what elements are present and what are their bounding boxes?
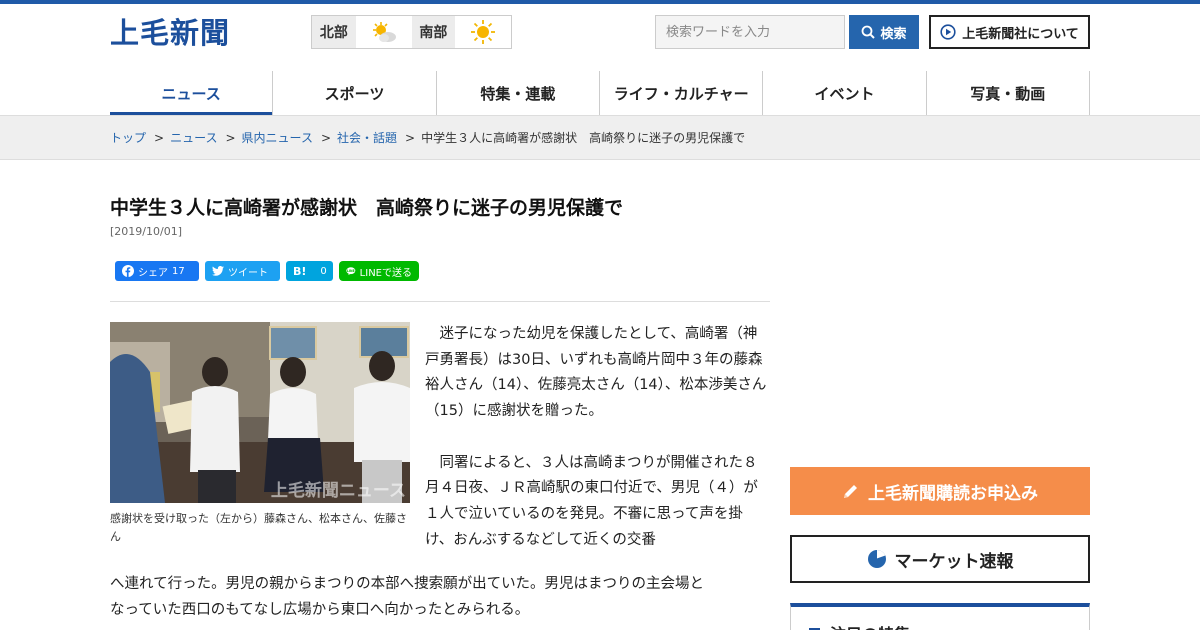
market-report-button[interactable]: マーケット速報 <box>790 535 1090 583</box>
subscribe-button[interactable]: 上毛新聞購読お申込み <box>790 467 1090 515</box>
nav-item-features[interactable]: 特集・連載 <box>437 71 600 115</box>
partly-sunny-icon <box>356 16 412 48</box>
article-title: 中学生３人に高崎署が感謝状 高崎祭りに迷子の男児保護で <box>110 197 624 219</box>
about-company-label: 上毛新聞社について <box>962 26 1079 42</box>
pencil-icon <box>844 485 857 498</box>
article-body-upper: 迷子になった幼児を保護したとして、高崎署（神戸勇署長）は30日、いずれも高崎片岡… <box>425 322 770 553</box>
sunny-icon <box>455 16 511 48</box>
subscribe-label: 上毛新聞購読お申込み <box>868 483 1038 504</box>
nav-item-events[interactable]: イベント <box>763 71 927 115</box>
weather-widget: 北部 南部 <box>311 15 512 49</box>
line-share-button[interactable]: LINE LINEで送る <box>339 261 419 281</box>
article-paragraph: 同署によると、３人は高崎まつりが開催された８月４日夜、ＪＲ高崎駅の東口付近で、男… <box>425 454 758 548</box>
breadcrumb-separator: > <box>225 130 236 145</box>
facebook-share-button[interactable]: シェア 17 <box>115 261 199 281</box>
article-divider <box>110 301 770 302</box>
hatena-bookmark-button[interactable]: B! 0 <box>286 261 333 281</box>
play-circle-icon <box>940 24 956 40</box>
facebook-icon <box>122 265 134 277</box>
weather-region-south: 南部 <box>411 16 456 48</box>
breadcrumb: トップ > ニュース > 県内ニュース > 社会・話題 > 中学生３人に高崎署が… <box>110 116 745 159</box>
about-company-button[interactable]: 上毛新聞社について <box>929 15 1090 49</box>
article-date: [2019/10/01] <box>110 225 182 238</box>
share-buttons: シェア 17 ツイート B! 0 LINE LINEで送る <box>115 261 419 281</box>
nav-item-sports[interactable]: スポーツ <box>273 71 437 115</box>
featured-section: 注目の特集 <box>790 603 1090 630</box>
article-paragraph: 迷子になった幼児を保護したとして、高崎署（神戸勇署長）は30日、いずれも高崎片岡… <box>425 326 767 420</box>
article-text-line: なっていた西口のもてなし広場から東口へ向かったとみられる。 <box>110 601 530 618</box>
hatena-bookmark-count: 0 <box>320 265 327 277</box>
top-accent-bar <box>0 0 1200 4</box>
twitter-bird-icon <box>212 266 224 276</box>
twitter-tweet-button[interactable]: ツイート <box>205 261 280 281</box>
market-report-label: マーケット速報 <box>894 551 1014 572</box>
weather-region-north: 北部 <box>312 16 356 48</box>
svg-text:LINE: LINE <box>347 269 355 273</box>
line-icon: LINE <box>346 267 356 276</box>
search-icon <box>862 25 876 39</box>
main-nav: ニュース スポーツ 特集・連載 ライフ・カルチャー イベント 写真・動画 <box>110 71 1090 115</box>
breadcrumb-link-local-news[interactable]: 県内ニュース <box>242 129 313 146</box>
hatena-bookmark-icon: B! <box>293 264 307 278</box>
featured-section-title: 注目の特集 <box>809 621 910 630</box>
breadcrumb-link-top[interactable]: トップ <box>110 129 146 146</box>
breadcrumb-current: 中学生３人に高崎署が感謝状 高崎祭りに迷子の男児保護で <box>421 131 746 145</box>
breadcrumb-separator: > <box>154 130 165 145</box>
twitter-tweet-label: ツイート <box>228 267 268 279</box>
search-button[interactable]: 検索 <box>849 15 919 49</box>
article-photo[interactable]: 上毛新聞ニュース <box>110 322 410 503</box>
breadcrumb-separator: > <box>405 130 416 145</box>
nav-item-news[interactable]: ニュース <box>110 71 274 115</box>
article-body-lower: へ連れて行った。男児の親からまつりの本部へ捜索願が出ていた。男児はまつりの主会場… <box>110 572 770 623</box>
site-logo[interactable]: 上毛新聞 <box>110 10 230 52</box>
photo-watermark: 上毛新聞ニュース <box>270 481 406 501</box>
breadcrumb-link-news[interactable]: ニュース <box>170 129 217 146</box>
photo-caption: 感謝状を受け取った（左から）藤森さん、松本さん、佐藤さん <box>110 512 407 543</box>
search-button-label: 検索 <box>880 26 907 42</box>
breadcrumb-separator: > <box>320 130 332 145</box>
facebook-share-count: 17 <box>172 265 185 277</box>
nav-item-photo-video[interactable]: 写真・動画 <box>927 71 1090 115</box>
featured-title-text: 注目の特集 <box>830 621 910 630</box>
pie-chart-icon <box>867 550 886 568</box>
line-share-label: LINEで送る <box>359 267 412 279</box>
search-input[interactable] <box>655 15 845 49</box>
breadcrumb-link-society[interactable]: 社会・話題 <box>337 129 397 146</box>
nav-item-life-culture[interactable]: ライフ・カルチャー <box>600 71 764 115</box>
breadcrumb-bar: トップ > ニュース > 県内ニュース > 社会・話題 > 中学生３人に高崎署が… <box>0 115 1200 160</box>
article-text-line: へ連れて行った。男児の親からまつりの本部へ捜索願が出ていた。男児はまつりの主会場… <box>110 576 705 592</box>
facebook-share-label: シェア <box>138 267 168 279</box>
